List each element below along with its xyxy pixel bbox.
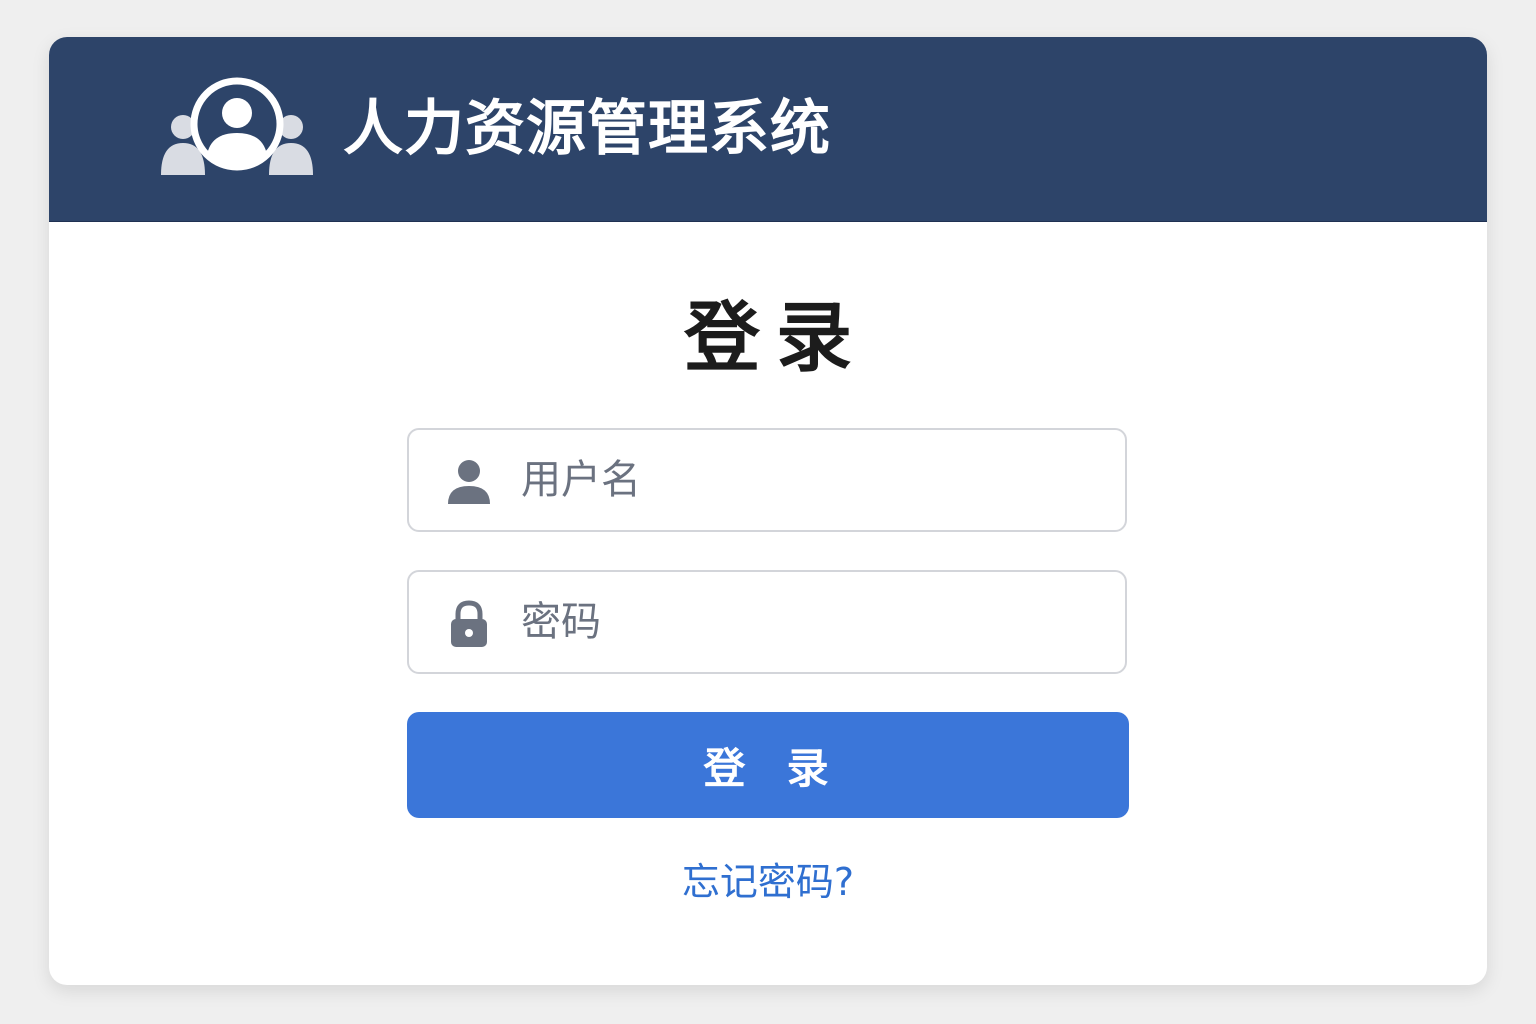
password-input[interactable]: [521, 572, 1101, 672]
user-icon: [448, 460, 490, 504]
login-card: 人力资源管理系统 登录 登 录 忘记密码?: [49, 37, 1487, 985]
username-input[interactable]: [521, 430, 1101, 530]
users-group-icon: [161, 77, 313, 175]
password-field[interactable]: [407, 570, 1127, 674]
app-title: 人力资源管理系统: [343, 94, 831, 164]
login-button[interactable]: 登 录: [407, 712, 1129, 818]
username-field[interactable]: [407, 428, 1127, 532]
forgot-password-link[interactable]: 忘记密码?: [682, 860, 854, 904]
login-title: 登录: [684, 293, 868, 382]
forgot-password-container: 忘记密码?: [49, 855, 1487, 909]
app-header: 人力资源管理系统: [49, 37, 1487, 222]
lock-icon: [451, 600, 487, 647]
